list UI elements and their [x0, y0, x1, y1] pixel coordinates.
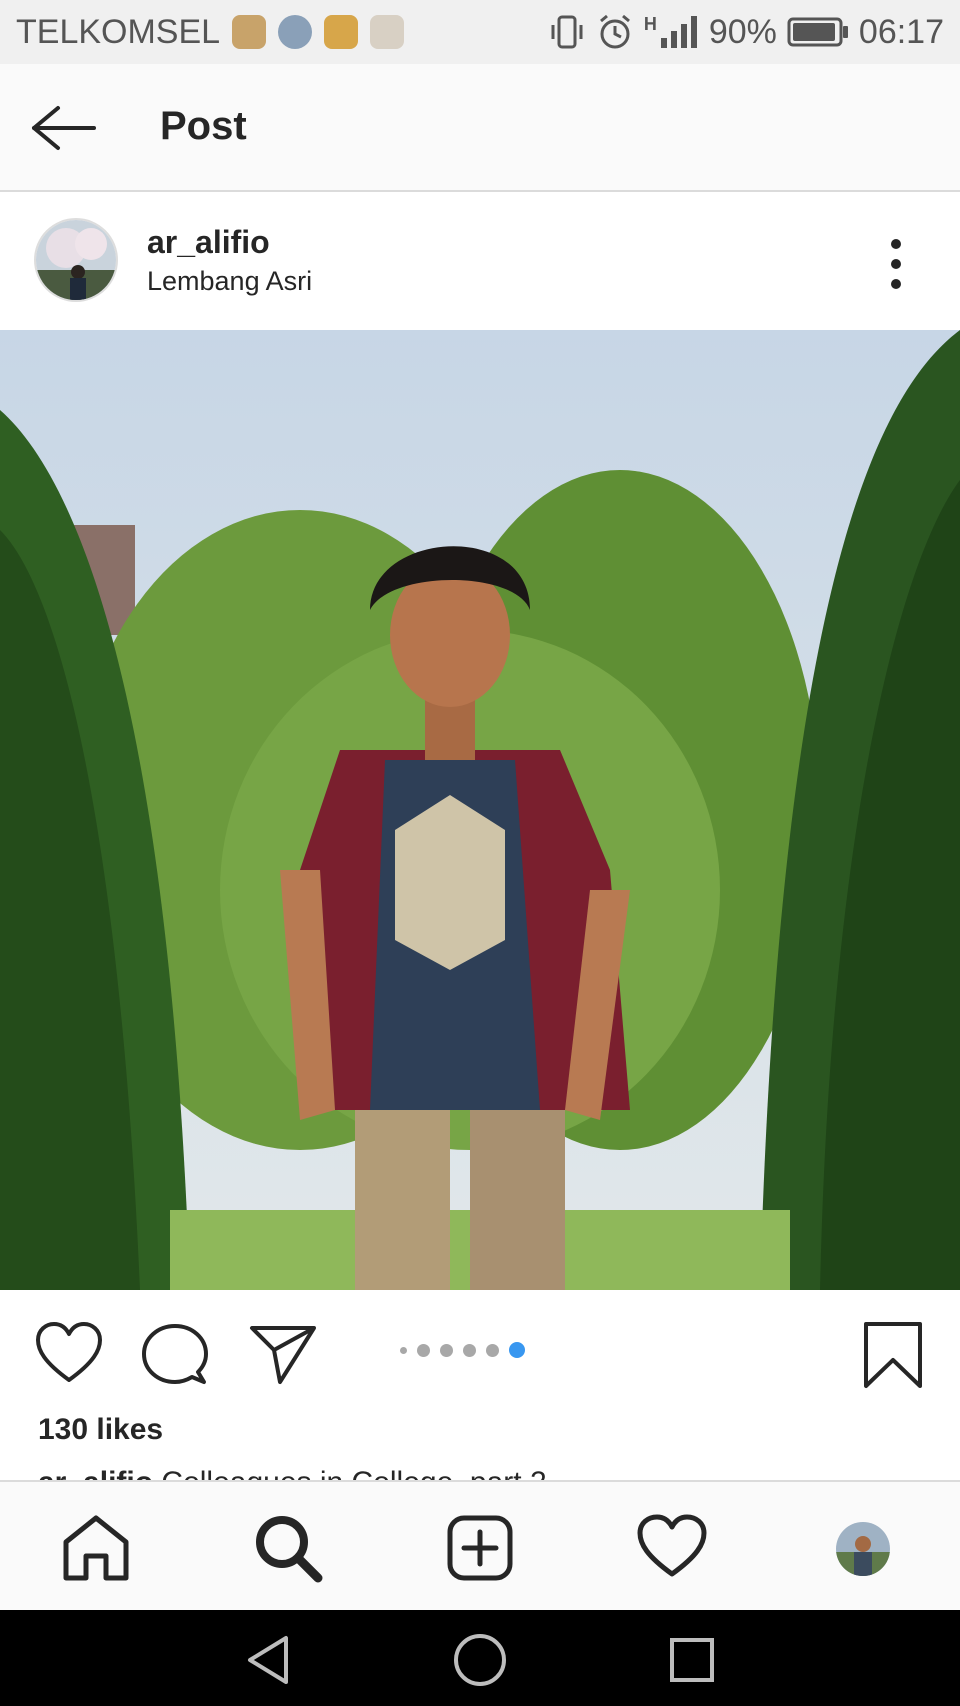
post-actions — [0, 1290, 960, 1410]
system-recents-icon[interactable] — [662, 1630, 722, 1690]
top-bar: Post — [0, 64, 960, 192]
signal-icon — [660, 16, 697, 48]
system-back-icon[interactable] — [240, 1630, 300, 1690]
add-post-icon[interactable] — [444, 1512, 516, 1584]
carousel-indicator — [400, 1340, 525, 1360]
carousel-dot — [463, 1343, 476, 1357]
carousel-dot — [400, 1346, 407, 1354]
post-username[interactable]: ar_alifio — [147, 224, 270, 261]
comment-icon[interactable] — [140, 1320, 210, 1390]
carousel-dot — [417, 1343, 430, 1357]
chat-app-icon — [370, 15, 405, 49]
avatar[interactable] — [36, 220, 116, 300]
more-vertical-icon[interactable] — [880, 234, 912, 294]
search-icon[interactable] — [252, 1512, 324, 1584]
carousel-dot-active — [509, 1342, 525, 1358]
contact-avatar-icon — [278, 15, 313, 49]
page-title: Post — [160, 104, 247, 148]
notes-app-icon — [324, 15, 359, 49]
bottom-nav — [0, 1480, 960, 1610]
caption-text: Colleagues in College, part 2 — [161, 1466, 546, 1480]
system-home-icon[interactable] — [450, 1630, 510, 1690]
send-icon[interactable] — [248, 1320, 318, 1390]
bookmark-icon[interactable] — [858, 1320, 928, 1390]
carousel-dot — [486, 1343, 499, 1357]
carrier-name: TELKOMSEL — [16, 12, 221, 51]
health-app-icon — [232, 15, 267, 49]
battery-percent: 90% — [708, 12, 777, 51]
battery-icon — [787, 17, 848, 47]
carousel-dot — [440, 1343, 453, 1357]
home-icon[interactable] — [60, 1512, 132, 1584]
likes-count[interactable]: 130 likes — [38, 1413, 163, 1447]
caption-username[interactable]: ar_alifio — [38, 1466, 153, 1480]
profile-avatar[interactable] — [836, 1522, 890, 1576]
alarm-icon — [599, 14, 630, 49]
post-location[interactable]: Lembang Asri — [147, 266, 312, 297]
caption: ar_alifio Colleagues in College, part 2 — [0, 1460, 960, 1480]
system-nav-bar — [0, 1610, 960, 1706]
post-photo[interactable] — [0, 330, 960, 1290]
post-header: ar_alifio Lembang Asri — [0, 194, 960, 331]
activity-heart-icon[interactable] — [636, 1512, 708, 1584]
vibrate-icon — [551, 15, 583, 49]
status-bar: TELKOMSEL H 90% 06:17 — [0, 0, 960, 64]
heart-icon[interactable] — [34, 1320, 104, 1390]
network-type: H — [643, 14, 657, 34]
clock: 06:17 — [858, 12, 944, 51]
back-arrow-icon[interactable] — [28, 100, 98, 156]
